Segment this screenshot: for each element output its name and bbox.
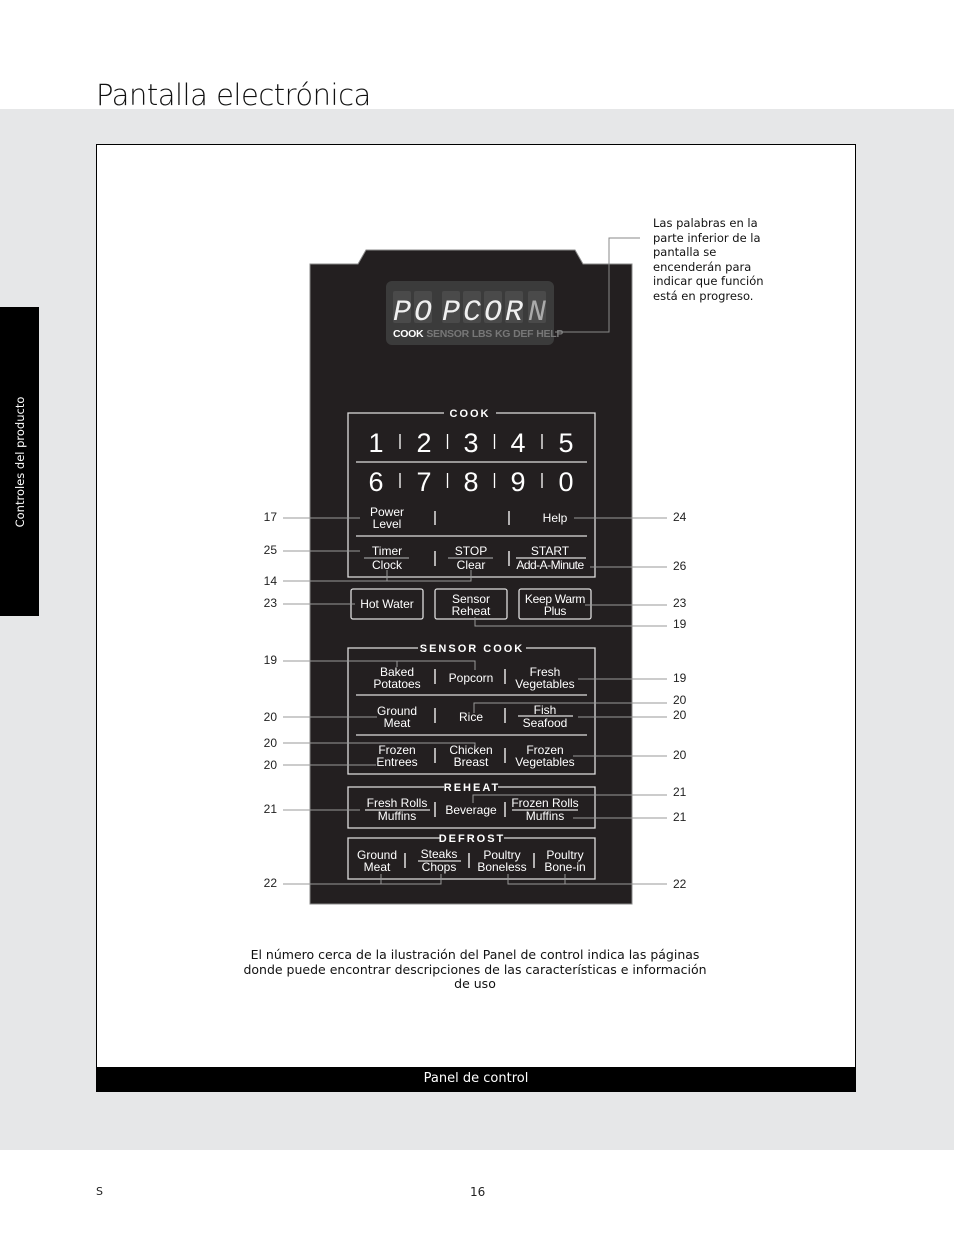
indicator-help: HELP	[536, 328, 563, 340]
lcd-char: O	[484, 296, 502, 330]
digit-key-2[interactable]: 2	[416, 428, 431, 458]
frozen-rolls-button[interactable]: Frozen Rolls	[511, 796, 578, 810]
digit-key-7[interactable]: 7	[416, 467, 431, 497]
seafood-button[interactable]: Seafood	[523, 716, 568, 730]
bottom-note: El número cerca de la ilustración del Pa…	[243, 947, 707, 991]
callout-number: 23	[264, 596, 278, 610]
callout-number: 26	[673, 559, 687, 573]
digit-key-1[interactable]: 1	[368, 428, 383, 458]
help-button[interactable]: Help	[543, 511, 568, 525]
digit-key-0[interactable]: 0	[558, 467, 573, 497]
muffins-fresh-button[interactable]: Muffins	[378, 809, 416, 823]
clear-button[interactable]: Clear	[457, 558, 486, 572]
fresh-rolls-button[interactable]: Fresh Rolls	[367, 796, 428, 810]
digit-key-4[interactable]: 4	[510, 428, 525, 458]
indicator-kg: KG	[495, 328, 510, 340]
poultry-boneless-button[interactable]: Poultry Boneless	[477, 848, 526, 874]
digit-key-5[interactable]: 5	[558, 428, 573, 458]
clock-button[interactable]: Clock	[372, 558, 403, 572]
steaks-button[interactable]: Steaks	[421, 847, 458, 861]
lcd-char: N	[528, 296, 546, 330]
cook-heading: COOK	[450, 408, 491, 420]
lcd-char: O	[414, 296, 432, 330]
footer-language: S	[96, 1185, 103, 1198]
stop-button[interactable]: STOP	[455, 544, 487, 558]
callout-number: 22	[264, 876, 278, 890]
frozen-entrees-button[interactable]: Frozen Entrees	[376, 743, 417, 769]
callouts-right: 2426231919202020212122	[673, 510, 687, 891]
muffins-frozen-button[interactable]: Muffins	[526, 809, 564, 823]
callout-number: 20	[673, 748, 687, 762]
callout-number: 19	[673, 617, 687, 631]
callout-number: 20	[264, 758, 278, 772]
callout-number: 20	[673, 708, 687, 722]
timer-button[interactable]: Timer	[372, 544, 402, 558]
callout-number: 22	[673, 877, 687, 891]
indicator-sensor: SENSOR	[426, 328, 469, 340]
reheat-heading: REHEAT	[444, 782, 500, 794]
power-level-button[interactable]: Power Level	[370, 505, 404, 531]
callout-number: 20	[673, 693, 687, 707]
defrost-heading: DEFROST	[439, 833, 506, 845]
rice-button[interactable]: Rice	[459, 710, 483, 724]
figure-caption: Panel de control	[96, 1067, 856, 1091]
callout-number: 19	[673, 671, 687, 685]
sensor-cook-heading: SENSOR COOK	[420, 643, 525, 655]
callout-number: 17	[264, 510, 278, 524]
add-a-minute-button[interactable]: Add-A-Minute	[516, 558, 585, 572]
callout-number: 20	[264, 710, 278, 724]
start-button[interactable]: START	[531, 544, 570, 558]
page-number: 16	[470, 1185, 486, 1199]
callout-number: 19	[264, 653, 278, 667]
lcd-char: P	[393, 296, 411, 330]
digit-key-9[interactable]: 9	[510, 467, 525, 497]
baked-potatoes-button[interactable]: Baked Potatoes	[373, 665, 420, 691]
sensor-reheat-button[interactable]: Sensor Reheat	[452, 592, 491, 618]
indicator-def: DEF	[513, 328, 534, 340]
beverage-button[interactable]: Beverage	[445, 803, 497, 817]
chops-button[interactable]: Chops	[422, 860, 457, 874]
callouts-left: 17 25 14 23 19 20 20 20 21 22	[264, 510, 278, 890]
digit-key-8[interactable]: 8	[463, 467, 478, 497]
control-panel-illustration: POPCORN COOK SENSOR LBS KG DEF HELP COOK 1234…	[264, 237, 687, 905]
callout-number: 21	[673, 785, 687, 799]
callout-number: 21	[264, 802, 278, 816]
indicator-cook: COOK	[393, 328, 424, 340]
popcorn-button[interactable]: Popcorn	[449, 671, 494, 685]
lcd-char: P	[442, 296, 460, 330]
digit-key-3[interactable]: 3	[463, 428, 478, 458]
digit-key-6[interactable]: 6	[368, 467, 383, 497]
callout-number: 25	[264, 543, 278, 557]
chicken-breast-button[interactable]: Chicken Breast	[449, 743, 492, 769]
lcd-char: C	[463, 296, 481, 330]
callout-number: 23	[673, 596, 687, 610]
fish-button[interactable]: Fish	[534, 703, 557, 717]
callout-number: 20	[264, 736, 278, 750]
lcd-indicators: COOK SENSOR LBS KG DEF HELP	[393, 328, 563, 340]
indicator-lbs: LBS	[472, 328, 492, 340]
callout-number: 24	[673, 510, 687, 524]
callout-number: 21	[673, 810, 687, 824]
lcd-char: R	[505, 296, 523, 330]
hot-water-button[interactable]: Hot Water	[360, 597, 414, 611]
poultry-bone-in-button[interactable]: Poultry Bone-in	[544, 848, 585, 874]
callout-number: 14	[264, 574, 278, 588]
display-note: Las palabras en la parte inferior de la …	[653, 216, 764, 303]
